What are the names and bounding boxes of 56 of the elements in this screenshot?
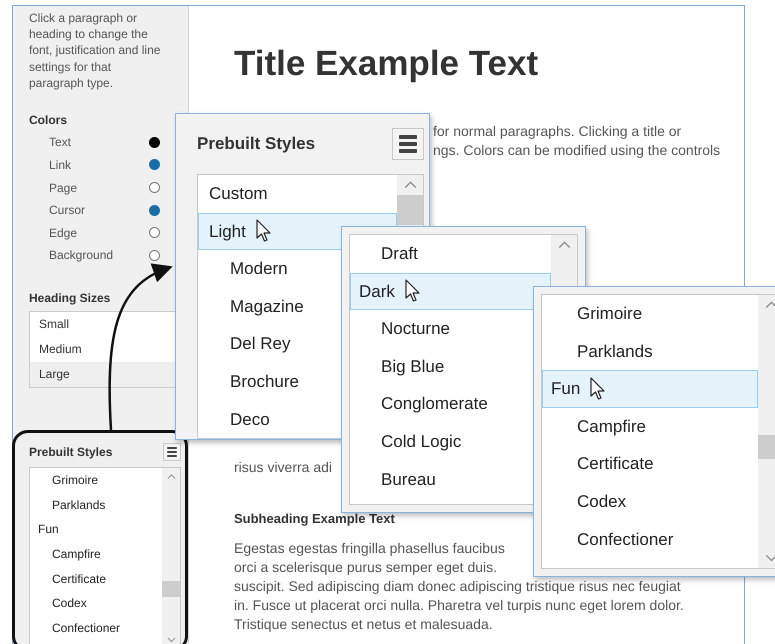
- scroll-down-icon[interactable]: [166, 636, 176, 642]
- style-list-item[interactable]: Confectioner: [30, 616, 162, 641]
- color-swatch[interactable]: [149, 136, 160, 148]
- style-list-item[interactable]: Parklands: [30, 492, 162, 518]
- menu-button[interactable]: [392, 128, 424, 160]
- panel-title: Prebuilt Styles: [29, 445, 112, 459]
- mouse-pointer-icon: [590, 376, 606, 401]
- scroll-down-icon[interactable]: [764, 554, 775, 562]
- paragraph-line: suscipit. Sed adipiscing diam donec adipiscing tristique risus nec feugiat: [234, 577, 681, 596]
- paragraph-line: Tristique senectus et netus et malesuada.: [234, 615, 493, 634]
- style-list-item[interactable]: Campfire: [542, 408, 758, 446]
- scrollbar-thumb[interactable]: [397, 194, 423, 225]
- scroll-up-icon[interactable]: [764, 301, 775, 309]
- color-label: Page: [49, 180, 78, 194]
- scroll-up-icon[interactable]: [404, 181, 416, 189]
- menu-button[interactable]: [163, 443, 181, 461]
- color-label: Text: [49, 135, 72, 150]
- help-text: Click a paragraph or heading to change the font, justification and line settings for that paragraph type.: [29, 10, 161, 92]
- paragraph-line: Egestas egestas fringilla phasellus faucibus: [234, 539, 505, 558]
- style-list-item[interactable]: Fun: [542, 370, 758, 408]
- color-swatch[interactable]: [149, 250, 160, 261]
- style-list-item[interactable]: Certificate: [30, 566, 162, 592]
- color-label: Edge: [49, 226, 78, 240]
- paragraph-line: orci a scelerisque purus semper eget duis.: [234, 558, 498, 577]
- style-list-item[interactable]: Codex: [542, 482, 758, 521]
- document-subheading: Subheading Example Text: [234, 510, 395, 528]
- style-list-item[interactable]: Codex: [30, 591, 162, 616]
- scrollbar-thumb[interactable]: [162, 581, 180, 598]
- style-list-item[interactable]: Parklands: [542, 332, 758, 370]
- color-label: Link: [49, 158, 72, 172]
- paragraph-line: ngs. Colors can be modified using the controls: [433, 141, 720, 160]
- style-list-item[interactable]: Campfire: [30, 542, 162, 567]
- scroll-up-icon[interactable]: [558, 241, 570, 249]
- mouse-pointer-icon: [256, 219, 272, 244]
- color-label: Cursor: [49, 203, 86, 218]
- paragraph-line: in. Fusce ut placerat orci nulla. Pharetra vel turpis nunc eget lorem dolor.: [234, 596, 684, 615]
- color-label: Background: [49, 248, 114, 262]
- color-swatch[interactable]: [149, 204, 160, 216]
- panel-title: Prebuilt Styles: [197, 134, 316, 154]
- style-list-item[interactable]: Fun: [30, 517, 162, 542]
- paragraph-line: risus viverra adi: [234, 458, 332, 477]
- section-heading: Colors: [29, 113, 68, 128]
- color-swatch[interactable]: [149, 182, 160, 193]
- style-list-item[interactable]: Certificate: [542, 445, 758, 483]
- color-swatch[interactable]: [149, 159, 160, 170]
- style-list-item[interactable]: Confectioner: [542, 520, 758, 558]
- style-list-item[interactable]: Grimoire: [30, 468, 162, 493]
- style-list-item[interactable]: Dark: [350, 272, 551, 310]
- section-heading: Heading Sizes: [29, 290, 112, 305]
- color-swatch[interactable]: [149, 227, 160, 238]
- document-title: Title Example Text: [234, 43, 538, 85]
- paragraph-line: for normal paragraphs. Clicking a title or: [433, 122, 682, 141]
- mouse-pointer-icon: [404, 279, 421, 304]
- scrollbar[interactable]: [162, 468, 180, 644]
- scroll-up-icon[interactable]: [166, 474, 176, 480]
- style-list-item[interactable]: Custom: [198, 175, 397, 213]
